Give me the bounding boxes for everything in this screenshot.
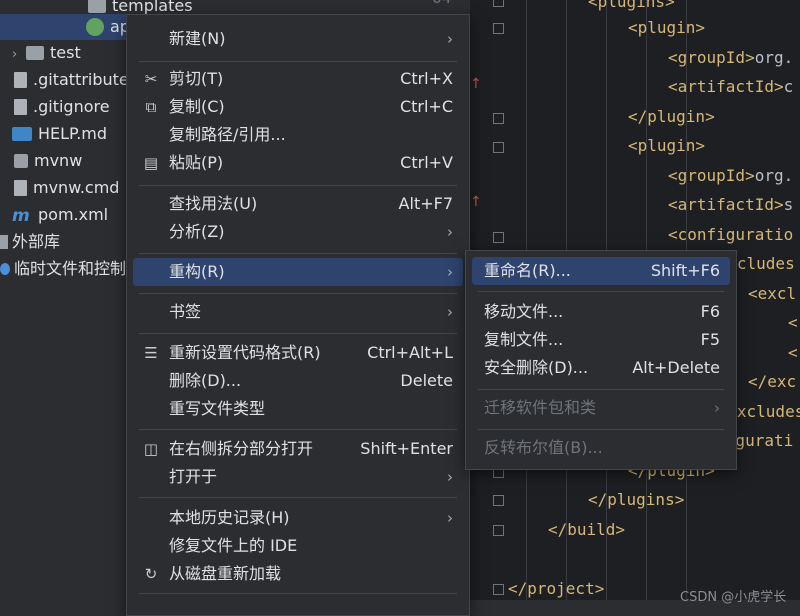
code-line: <configuratio <box>668 225 794 244</box>
menu-item-local-history[interactable]: 本地历史记录(H) › <box>133 504 463 532</box>
menu-item-analyze[interactable]: 分析(Z) › <box>133 218 463 246</box>
tree-item-gitignore[interactable]: .gitignore <box>14 94 110 120</box>
menu-item-copy-path[interactable]: 复制路径/引用... <box>133 121 463 149</box>
maven-icon: m <box>12 205 30 226</box>
menu-item-open-in[interactable]: 打开于 › <box>133 463 463 491</box>
menu-item-rename[interactable]: 重命名(R)... Shift+F6 <box>472 257 730 285</box>
menu-item-delete[interactable]: 删除(D)... Delete <box>133 367 463 395</box>
chevron-right-icon[interactable]: › <box>12 42 26 68</box>
file-icon <box>14 179 27 196</box>
fold-icon[interactable] <box>493 0 504 7</box>
tree-item-help-md[interactable]: HELP.md <box>12 121 107 147</box>
code-line: </build> <box>548 520 626 539</box>
chevron-right-icon: › <box>447 468 453 486</box>
chevron-right-icon: › <box>447 30 453 48</box>
code-line: <excl <box>748 284 797 303</box>
copy-icon: ⧉ <box>145 98 157 116</box>
shell-script-icon <box>14 153 28 168</box>
tree-item-gitattributes[interactable]: .gitattribute <box>14 67 129 93</box>
menu-item-invert-boolean[interactable]: 反转布尔值(B)... <box>472 434 730 462</box>
code-line: <artifactId>c <box>668 77 794 96</box>
git-file-icon <box>14 98 27 115</box>
tree-item-mvnw[interactable]: mvnw <box>14 148 82 174</box>
fold-icon[interactable] <box>493 232 504 243</box>
code-line: </plugin> <box>628 107 715 126</box>
line-number: 64 <box>432 0 451 8</box>
chevron-right-icon: › <box>447 263 453 281</box>
code-line: <plugin> <box>628 18 706 37</box>
menu-item-refactor[interactable]: 重构(R) › <box>133 258 463 286</box>
folder-icon <box>88 0 106 13</box>
error-marker-icon[interactable]: ↑ <box>470 194 482 210</box>
chevron-right-icon: › <box>447 509 453 527</box>
menu-item-paste[interactable]: ▤ 粘贴(P) Ctrl+V <box>133 149 463 177</box>
code-line: </plugins> <box>588 490 685 509</box>
tree-item-external-libraries[interactable]: 外部库 <box>0 229 60 255</box>
code-line: <plugin> <box>628 136 706 155</box>
menu-item-reformat-code[interactable]: ☰ 重新设置代码格式(R) Ctrl+Alt+L <box>133 339 463 367</box>
reformat-icon: ☰ <box>144 344 158 362</box>
git-file-icon <box>14 71 27 88</box>
scratches-icon <box>0 262 10 275</box>
split-icon: ◫ <box>143 440 159 458</box>
menu-item-copy[interactable]: ⧉ 复制(C) Ctrl+C <box>133 93 463 121</box>
menu-item-reload-from-disk[interactable]: ↻ 从磁盘重新加载 <box>133 560 463 588</box>
spring-boot-file-icon <box>86 17 104 36</box>
chevron-right-icon: › <box>447 303 453 321</box>
tree-item-scratches[interactable]: 临时文件和控制 <box>0 256 126 282</box>
cut-icon: ✂ <box>144 70 158 88</box>
fold-icon[interactable] <box>493 525 504 536</box>
menu-item-repair-ide[interactable]: 修复文件上的 IDE <box>133 532 463 560</box>
chevron-right-icon: › <box>714 399 720 417</box>
code-line: <groupId>org. <box>668 48 794 67</box>
fold-icon[interactable] <box>493 495 504 506</box>
tree-item-test[interactable]: › test <box>12 40 81 66</box>
menu-item-bookmarks[interactable]: 书签 › <box>133 298 463 326</box>
folder-icon <box>26 45 44 60</box>
menu-item-copy-file[interactable]: 复制文件... F5 <box>472 326 730 354</box>
fold-icon[interactable] <box>493 23 504 34</box>
watermark: CSDN @小虎学长 <box>680 590 787 605</box>
code-line: < <box>788 343 798 362</box>
tree-item-mvnw-cmd[interactable]: mvnw.cmd <box>14 175 119 201</box>
markdown-file-icon <box>12 126 32 141</box>
context-menu: 新建(N) › ✂ 剪切(T) Ctrl+X ⧉ 复制(C) Ctrl+C 复制路径/引用… <box>126 14 470 616</box>
menu-item-open-in-right-split[interactable]: ◫ 在右侧拆分部分打开 Shift+Enter <box>133 435 463 463</box>
tree-item-pom-xml[interactable]: m pom.xml <box>12 202 108 228</box>
code-line: </exc <box>748 372 797 391</box>
menu-item-find-usages[interactable]: 查找用法(U) Alt+F7 <box>133 190 463 218</box>
chevron-right-icon: › <box>447 223 453 241</box>
code-line: <groupId>org. <box>668 166 794 185</box>
menu-item-move-file[interactable]: 移动文件... F6 <box>472 298 730 326</box>
menu-item-safe-delete[interactable]: 安全删除(D)... Alt+Delete <box>472 354 730 382</box>
menu-item-new[interactable]: 新建(N) › <box>133 25 463 53</box>
code-line: <plugins> <box>588 0 675 11</box>
menu-item-migrate-packages[interactable]: 迁移软件包和类 › <box>472 394 730 422</box>
code-line: </project> <box>508 579 605 598</box>
error-marker-icon[interactable]: ↑ <box>470 76 482 92</box>
menu-item-override-file-type[interactable]: 重写文件类型 <box>133 395 463 423</box>
code-line: < <box>788 313 798 332</box>
library-icon <box>0 234 8 249</box>
fold-icon[interactable] <box>493 584 504 595</box>
paste-icon: ▤ <box>143 154 159 172</box>
code-line: <artifactId>s <box>668 195 794 214</box>
fold-icon[interactable] <box>493 113 504 124</box>
fold-icon[interactable] <box>493 142 504 153</box>
refactor-submenu: 重命名(R)... Shift+F6 移动文件... F6 复制文件... F5 安全… <box>465 250 737 470</box>
menu-item-cut[interactable]: ✂ 剪切(T) Ctrl+X <box>133 65 463 93</box>
reload-icon: ↻ <box>144 565 158 583</box>
